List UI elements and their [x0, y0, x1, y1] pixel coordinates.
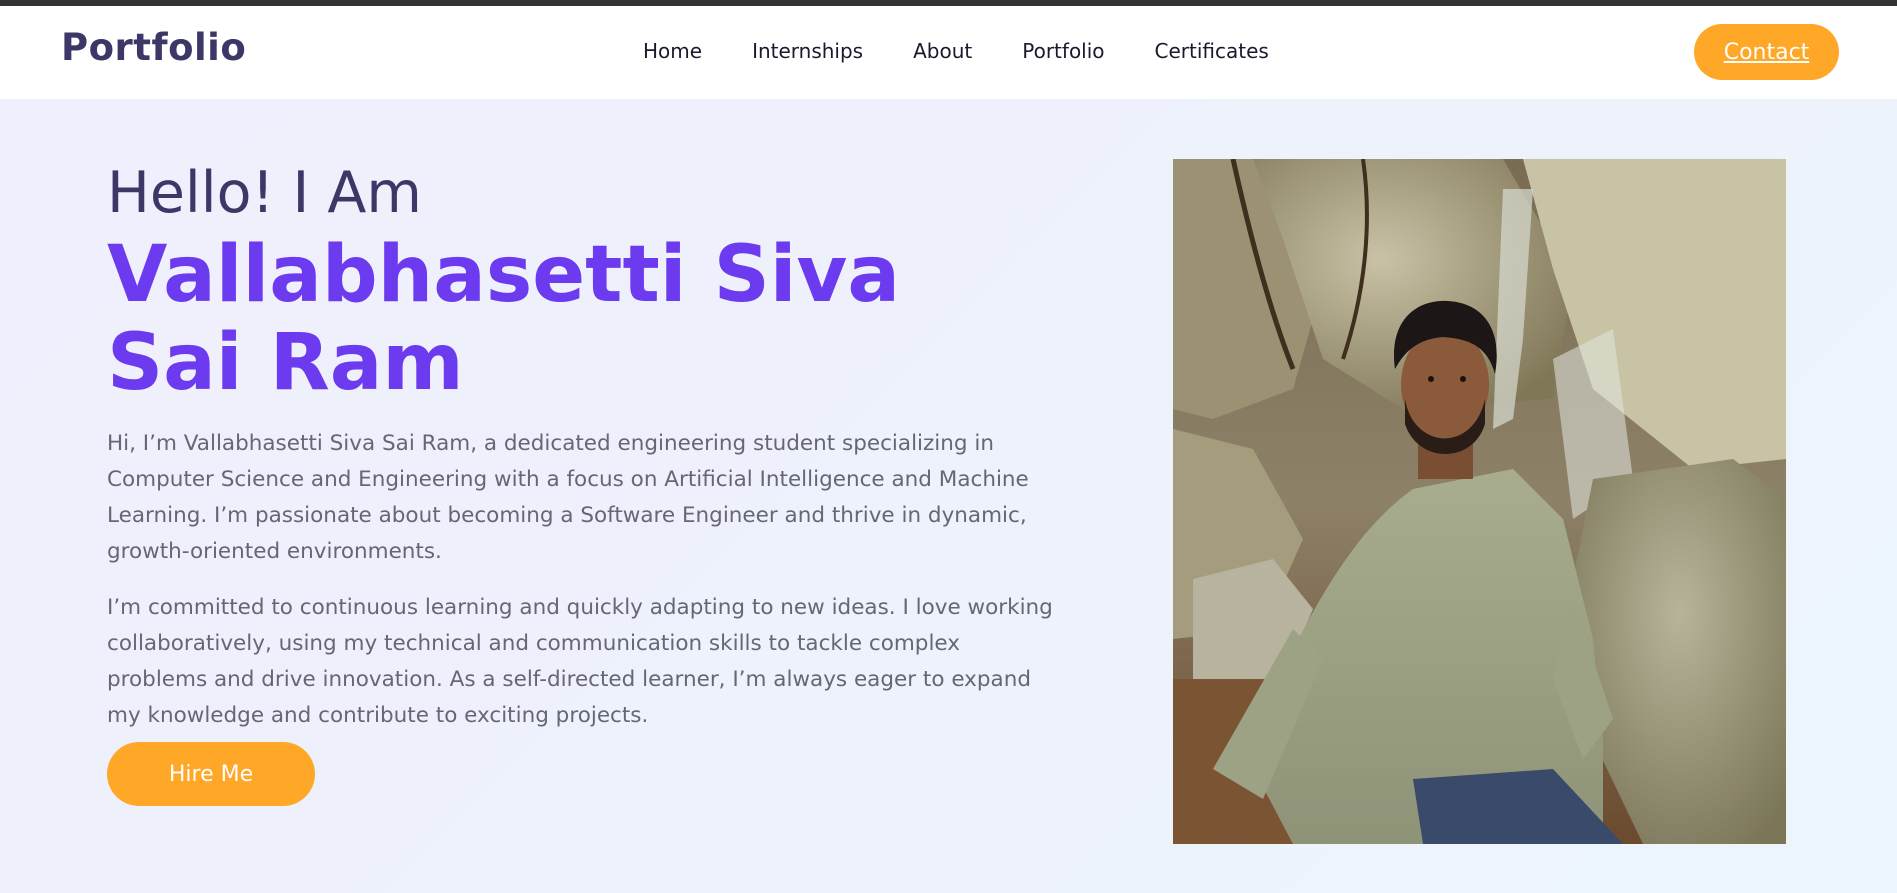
site-header: Portfolio Home Internships About Portfol…	[0, 6, 1897, 99]
nav-about[interactable]: About	[913, 38, 972, 70]
hero-greeting: Hello! I Am	[107, 160, 422, 226]
hero-bio-paragraph-2: I’m committed to continuous learning and…	[107, 595, 1053, 728]
nav-internships[interactable]: Internships	[752, 38, 863, 70]
profile-photo-illustration	[1173, 159, 1786, 844]
nav-portfolio[interactable]: Portfolio	[1022, 38, 1104, 70]
hire-me-button[interactable]: Hire Me	[107, 742, 315, 806]
nav-home[interactable]: Home	[643, 38, 702, 70]
profile-photo	[1173, 159, 1786, 844]
hero-name: Vallabhasetti Siva Sai Ram	[107, 230, 901, 408]
main-nav: Home Internships About Portfolio Certifi…	[643, 38, 1269, 70]
hero-section: Hello! I Am Vallabhasetti Siva Sai Ram H…	[0, 99, 1897, 893]
hero-bio-paragraph-1: Hi, I’m Vallabhasetti Siva Sai Ram, a de…	[107, 431, 1029, 564]
contact-button[interactable]: Contact	[1694, 24, 1839, 80]
nav-certificates[interactable]: Certificates	[1155, 38, 1269, 70]
brand-logo[interactable]: Portfolio	[61, 26, 246, 69]
